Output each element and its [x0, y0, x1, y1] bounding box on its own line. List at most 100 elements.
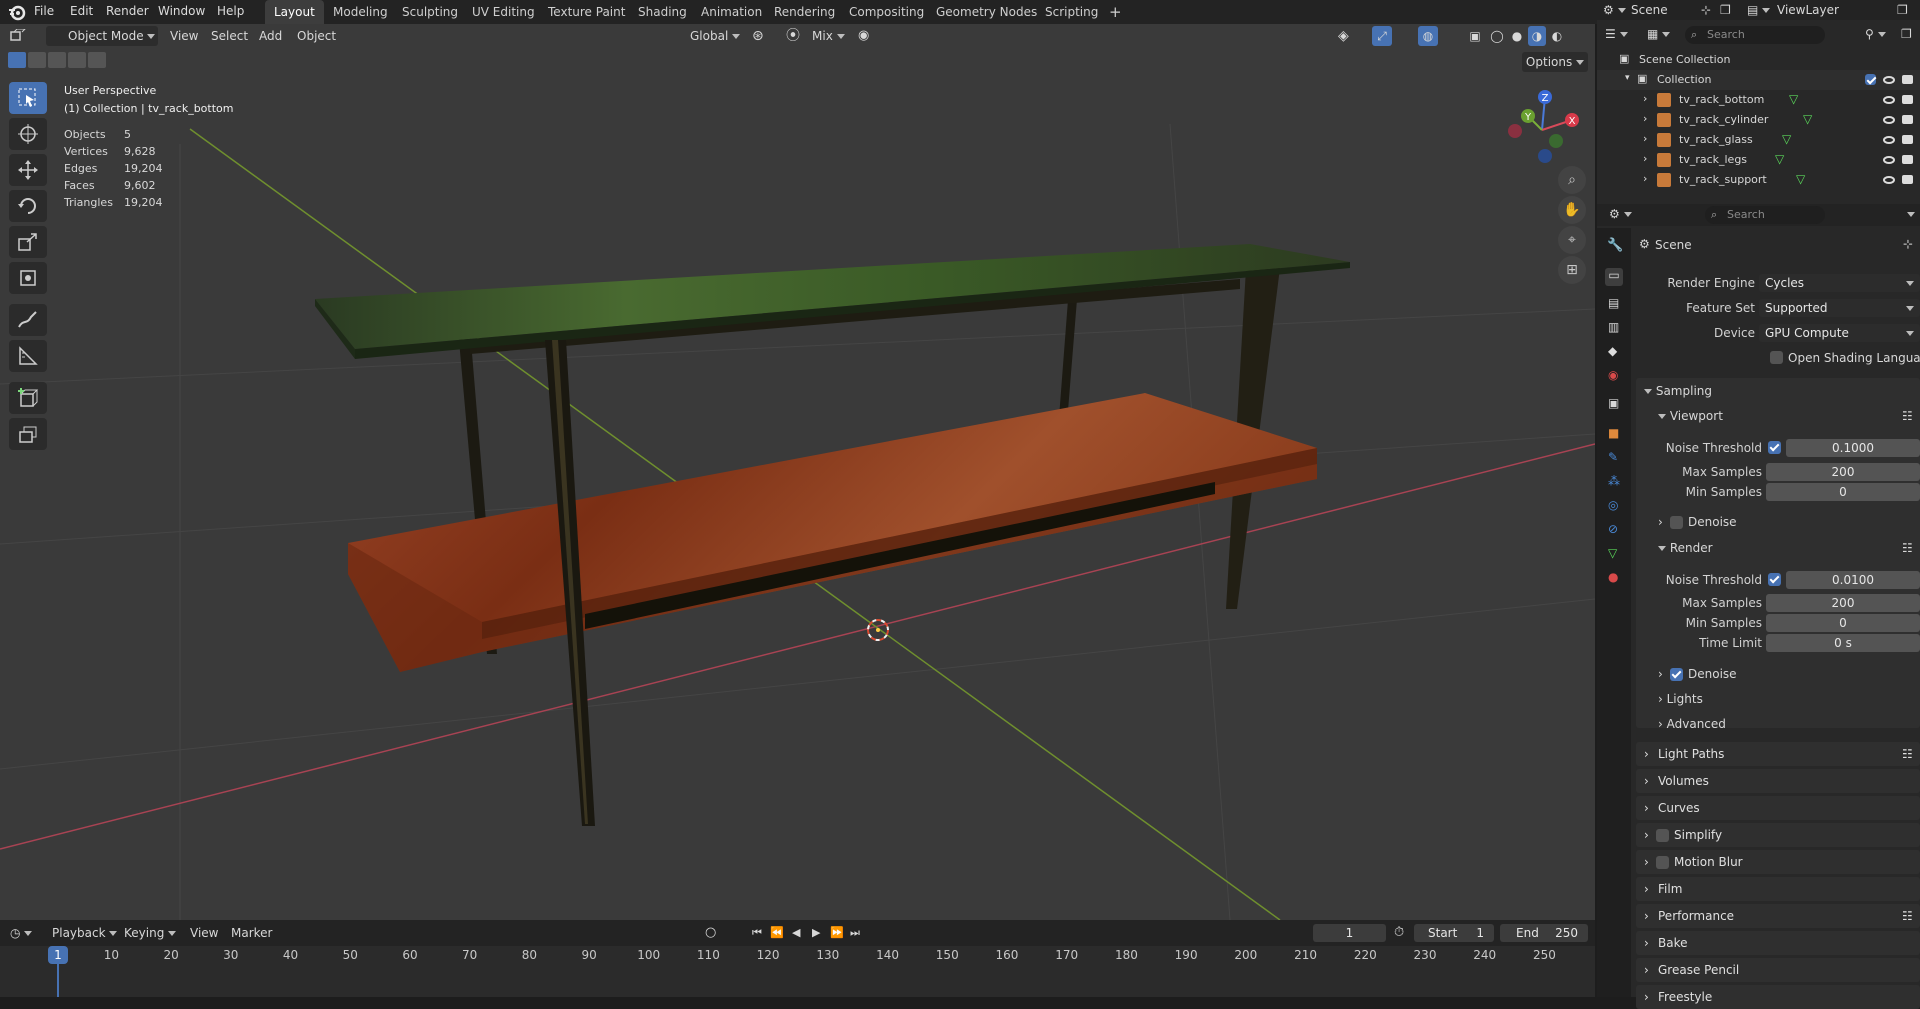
section-motion-blur[interactable]: › Motion Blur [1636, 850, 1920, 874]
gizmo-toggle-icon[interactable]: ⤢ [1372, 26, 1392, 46]
tab-uv-editing[interactable]: UV Editing [463, 0, 544, 24]
scale-tool[interactable] [9, 226, 47, 258]
section-checkbox[interactable] [1656, 829, 1669, 842]
current-frame-field[interactable]: 1 [1313, 924, 1386, 942]
object-tab-icon[interactable]: ■ [1608, 426, 1619, 440]
outliner-object-row[interactable]: › tv_rack_glass ▽ [1597, 130, 1920, 150]
tab-animation[interactable]: Animation [692, 0, 771, 24]
transform-orientation-dropdown[interactable]: Global [668, 26, 742, 46]
timeline-menu-playback[interactable]: Playback [52, 923, 118, 943]
r-time-limit-field[interactable]: 0 s [1766, 634, 1920, 652]
solid-shading-icon[interactable]: ● [1508, 26, 1526, 46]
jump-keyframe-forward-icon[interactable]: ⏩ [830, 923, 846, 943]
properties-search-input[interactable]: ⌕ Search [1705, 206, 1825, 224]
outliner-object-row[interactable]: › tv_rack_legs ▽ [1597, 150, 1920, 170]
outliner-object-row[interactable]: › tv_rack_bottom ▽ [1597, 90, 1920, 110]
vp-noise-threshold-checkbox[interactable] [1768, 441, 1781, 454]
mesh-data-icon[interactable]: ▽ [1782, 132, 1791, 146]
camera-icon[interactable] [1902, 115, 1913, 124]
viewport-menu-view[interactable]: View [170, 26, 198, 46]
output-tab-icon[interactable]: ▤ [1608, 296, 1619, 310]
mesh-data-icon[interactable]: ▽ [1796, 172, 1805, 186]
play-reverse-icon[interactable]: ◀ [792, 923, 806, 943]
visibility-icon[interactable]: ◈ [1338, 26, 1366, 46]
xray-icon[interactable]: ▣ [1466, 26, 1484, 46]
world-tab-icon[interactable]: ◉ [1608, 368, 1618, 382]
outliner-search-input[interactable]: ⌕ Search [1685, 26, 1825, 44]
render-subpanel-header[interactable]: Render [1658, 541, 1713, 555]
presets-icon[interactable]: ☷ [1902, 541, 1913, 555]
advanced-subpanel-header[interactable]: › Advanced [1658, 717, 1726, 731]
select-new-icon[interactable] [8, 52, 26, 68]
collection-row[interactable]: ▾ ▣ Collection [1597, 70, 1920, 90]
pivot-point-icon[interactable]: ⊛ [752, 26, 782, 46]
properties-editor-type-icon[interactable]: ⚙ [1609, 207, 1632, 221]
vp-denoise-header[interactable]: › [1658, 515, 1663, 529]
play-icon[interactable]: ▶ [812, 923, 826, 943]
camera-icon[interactable] [1902, 75, 1913, 84]
mesh-data-icon[interactable]: ▽ [1803, 112, 1812, 126]
frame-ruler[interactable]: 10 20 30 40 50 60 70 80 90 100 110 120 130 140 150 160 1… [0, 946, 1595, 997]
new-view-layer-icon[interactable]: ❐ [1897, 3, 1908, 17]
scene-collection-row[interactable]: ▣ Scene Collection [1597, 50, 1920, 70]
tab-geometry-nodes[interactable]: Geometry Nodes [927, 0, 1046, 24]
collection-include-checkbox[interactable] [1865, 74, 1876, 85]
pin-icon[interactable]: ⊹ [1903, 237, 1913, 251]
chevron-right-icon[interactable]: › [1643, 172, 1647, 185]
r-noise-threshold-field[interactable]: 0.0100 [1786, 571, 1920, 589]
frame-start-field[interactable]: Start 1 [1414, 924, 1494, 942]
menu-edit[interactable]: Edit [70, 4, 93, 18]
presets-icon[interactable]: ☷ [1902, 742, 1913, 766]
3d-viewport[interactable]: Object Mode View Select Add Object Globa… [0, 24, 1595, 920]
section-bake[interactable]: › Bake [1636, 931, 1920, 955]
section-grease-pencil[interactable]: › Grease Pencil [1636, 958, 1920, 982]
tab-layout[interactable]: Layout [265, 0, 324, 24]
eye-icon[interactable] [1883, 76, 1895, 84]
particles-tab-icon[interactable]: ⁂ [1608, 474, 1620, 488]
pan-hand-icon[interactable]: ✋ [1558, 196, 1586, 224]
mesh-data-icon[interactable]: ▽ [1789, 92, 1798, 106]
section-simplify[interactable]: › Simplify [1636, 823, 1920, 847]
scene-name[interactable]: Scene [1631, 3, 1668, 17]
blender-logo-icon[interactable] [8, 3, 26, 21]
select-extend-icon[interactable] [28, 52, 46, 68]
r-denoise-header[interactable]: › [1658, 667, 1663, 681]
eye-icon[interactable] [1883, 136, 1895, 144]
editor-type-button[interactable] [10, 26, 40, 46]
eye-icon[interactable] [1883, 156, 1895, 164]
view-layer-tab-icon[interactable]: ▥ [1608, 320, 1619, 334]
tab-texture-paint[interactable]: Texture Paint [539, 0, 634, 24]
section-film[interactable]: › Film [1636, 877, 1920, 901]
view-layer-icon[interactable]: ▤ [1747, 3, 1771, 17]
timeline-menu-keying[interactable]: Keying [124, 923, 177, 943]
tool-tab-icon[interactable]: 🔧 [1607, 238, 1623, 253]
camera-view-icon[interactable]: ⌖ [1558, 226, 1586, 254]
device-dropdown[interactable]: GPU Compute [1759, 324, 1920, 342]
options-dropdown[interactable]: Options [1522, 52, 1588, 72]
zoom-icon[interactable]: ⌕ [1558, 166, 1586, 194]
jump-keyframe-back-icon[interactable]: ⏪ [770, 923, 786, 943]
chevron-down-icon[interactable] [1907, 207, 1915, 221]
tab-scripting[interactable]: Scripting [1036, 0, 1107, 24]
section-light-paths[interactable]: › Light Paths ☷ [1636, 742, 1920, 766]
auto-keying-icon[interactable]: ○ [705, 923, 723, 943]
snap-icon[interactable]: ⦿ [786, 26, 808, 46]
chevron-down-icon[interactable]: ▾ [1625, 73, 1630, 83]
outliner-editor-type-icon[interactable]: ☰ [1605, 27, 1628, 41]
add-cube-tool[interactable] [9, 382, 47, 414]
pin-scene-icon[interactable]: ⊹ [1701, 3, 1711, 17]
r-denoise-checkbox[interactable] [1670, 668, 1683, 681]
preview-range-icon[interactable]: ⏱ [1394, 923, 1410, 943]
presets-icon[interactable]: ☷ [1902, 904, 1913, 928]
tab-modeling[interactable]: Modeling [324, 0, 397, 24]
osl-checkbox[interactable] [1770, 351, 1783, 364]
jump-start-icon[interactable]: ⏮ [752, 923, 768, 943]
new-collection-icon[interactable]: ❐ [1901, 27, 1912, 41]
overlays-toggle-icon[interactable]: ◍ [1418, 26, 1438, 46]
ortho-grid-icon[interactable]: ⊞ [1558, 256, 1586, 284]
viewport-subpanel-header[interactable]: Viewport [1658, 409, 1723, 423]
render-tab-icon[interactable]: ▭ [1605, 268, 1623, 286]
move-tool[interactable] [9, 154, 47, 186]
constraints-tab-icon[interactable]: ⊘ [1608, 522, 1618, 536]
lights-subpanel-header[interactable]: › Lights [1658, 692, 1703, 706]
